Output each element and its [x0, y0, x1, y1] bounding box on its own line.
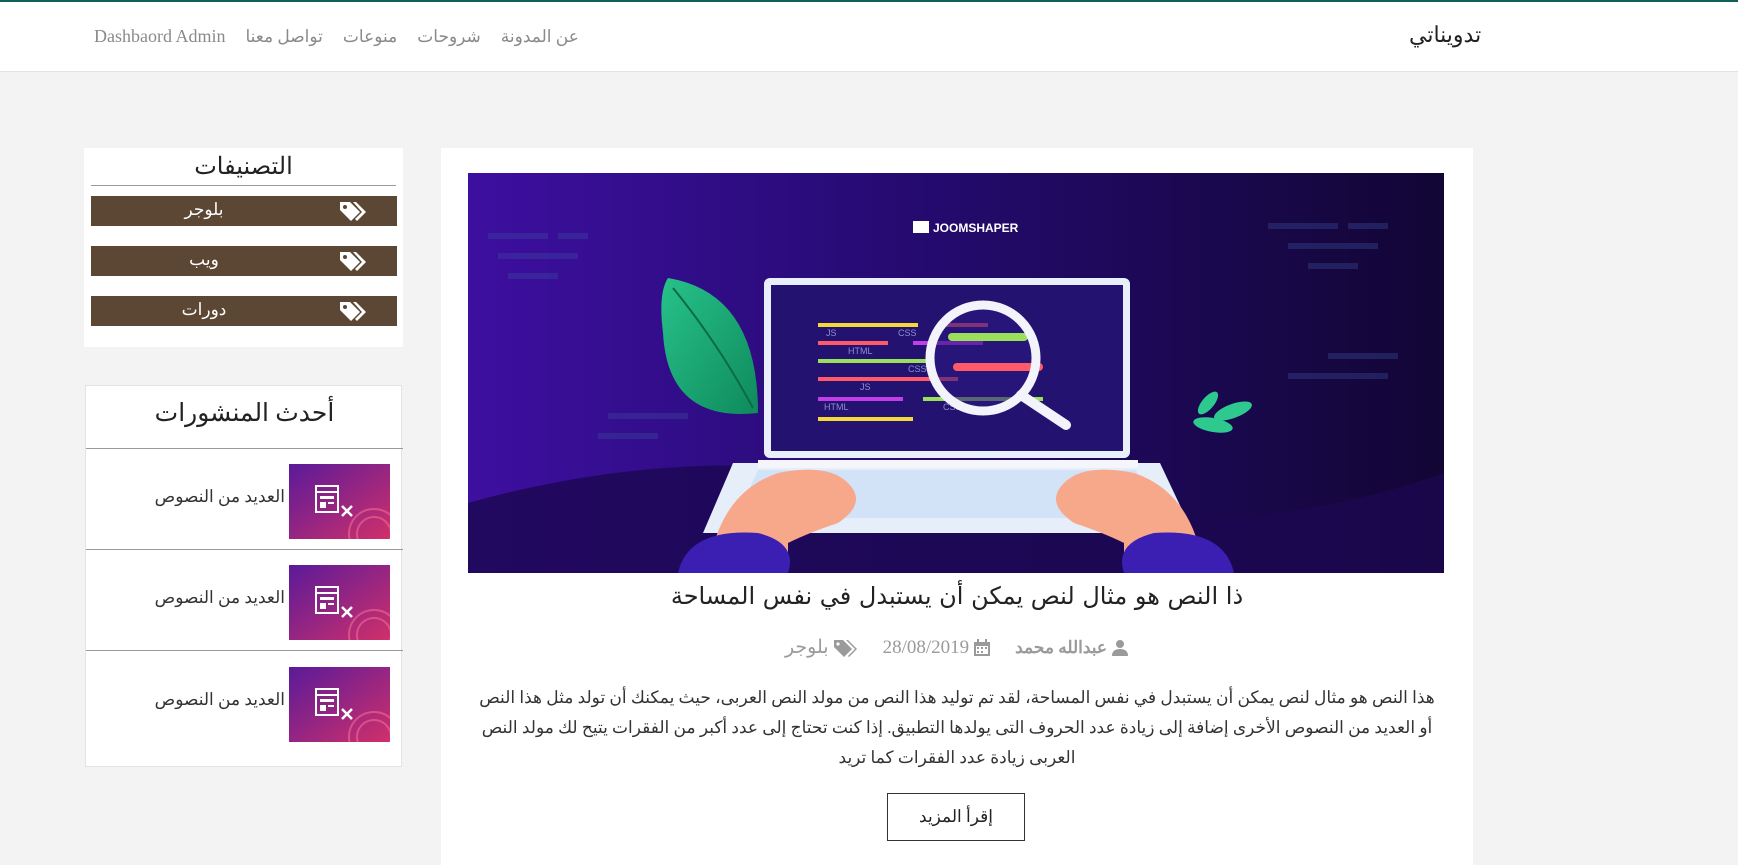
tags-icon [833, 639, 857, 657]
latest-post-item[interactable]: العديد من النصوص [86, 449, 403, 549]
post-category[interactable]: بلوجر [785, 636, 859, 659]
nav-link-tutorials[interactable]: شروحات [417, 27, 481, 47]
nav-menu: Dashbaord Admin تواصل معنا منوعات شروحات… [94, 26, 599, 47]
laptop-illustration: JOOMSHAPER JS CSS HTML CSS JS HTML CSS [468, 173, 1444, 573]
tags-icon [340, 202, 366, 221]
post-thumbnail [289, 565, 390, 640]
category-label: بلوجر [184, 200, 224, 219]
category-item-courses[interactable]: دورات [91, 296, 397, 326]
latest-post-title: العديد من النصوص [154, 588, 285, 607]
read-more-button[interactable]: إقرأ المزيد [887, 793, 1025, 841]
category-text: بلوجر [784, 637, 829, 658]
divider [91, 185, 396, 186]
post-author[interactable]: عبدالله محمد [1015, 638, 1129, 658]
latest-post-title: العديد من النصوص [154, 487, 285, 506]
web-tools-icon [289, 667, 390, 742]
categories-widget: التصنيفات بلوجر ويب دورات [84, 148, 403, 347]
web-tools-icon [289, 565, 390, 640]
date-text: 28/08/2019 [882, 636, 970, 658]
post-thumbnail [289, 464, 390, 539]
nav-link-contact[interactable]: تواصل معنا [245, 27, 322, 47]
divider [86, 650, 403, 651]
user-icon [1112, 639, 1129, 656]
latest-posts-widget: أحدث المنشورات العديد من النصوص العديد م… [85, 385, 403, 767]
svg-text:JS: JS [826, 328, 837, 338]
category-label: دورات [181, 300, 227, 319]
tags-icon [340, 252, 366, 271]
svg-text:CSS: CSS [908, 364, 927, 374]
tags-icon [340, 302, 366, 321]
image-brand-text: JOOMSHAPER [933, 221, 1019, 235]
post-card: JOOMSHAPER JS CSS HTML CSS JS HTML CSS ذ… [441, 148, 1473, 865]
latest-post-title: العديد من النصوص [154, 690, 285, 709]
nav-link-dashboard-admin[interactable]: Dashbaord Admin [94, 26, 225, 47]
svg-text:CSS: CSS [898, 328, 917, 338]
post-date: 28/08/2019 [883, 637, 992, 659]
post-excerpt: هذا النص هو مثال لنص يمكن أن يستبدل في ن… [479, 688, 1435, 767]
nav-link-misc[interactable]: منوعات [343, 27, 397, 47]
latest-post-item[interactable]: العديد من النصوص [86, 652, 403, 752]
nav-link-about[interactable]: عن المدونة [501, 27, 579, 47]
post-thumbnail [289, 667, 390, 742]
joomshaper-logo-icon [913, 221, 929, 233]
site-brand[interactable]: تدويناتي [1409, 22, 1481, 48]
category-item-blogger[interactable]: بلوجر [91, 196, 397, 226]
category-item-web[interactable]: ويب [91, 246, 397, 276]
top-navbar: Dashbaord Admin تواصل معنا منوعات شروحات… [0, 2, 1738, 72]
category-label: ويب [189, 250, 219, 269]
post-featured-image[interactable]: JOOMSHAPER JS CSS HTML CSS JS HTML CSS [468, 173, 1444, 573]
latest-posts-title: أحدث المنشورات [154, 400, 335, 427]
post-title[interactable]: ذا النص هو مثال لنص يمكن أن يستبدل في نف… [441, 582, 1473, 610]
web-tools-icon [289, 464, 390, 539]
svg-text:HTML: HTML [824, 402, 849, 412]
calendar-icon [974, 638, 991, 656]
author-name: عبدالله محمد [1015, 637, 1108, 657]
categories-title: التصنيفات [194, 154, 293, 180]
post-meta: عبدالله محمد 28/08/2019 بلوجر [441, 636, 1473, 659]
svg-text:HTML: HTML [848, 346, 873, 356]
svg-text:JS: JS [860, 382, 871, 392]
latest-post-item[interactable]: العديد من النصوص [86, 550, 403, 650]
